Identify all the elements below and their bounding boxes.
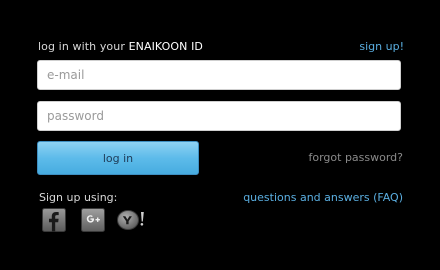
password-field[interactable] — [37, 101, 401, 131]
signup-using-label: Sign up using: — [39, 191, 118, 204]
email-field[interactable] — [37, 60, 401, 90]
forgot-password-link[interactable]: forgot password? — [308, 151, 403, 164]
login-button[interactable]: log in — [37, 141, 199, 175]
login-heading: log in with your ENAIKOON ID — [38, 40, 203, 53]
sign-up-link[interactable]: sign up! — [359, 40, 404, 53]
google-plus-icon[interactable] — [81, 208, 105, 232]
login-heading-prefix: log in with your — [38, 40, 129, 53]
brand-name: ENAIKOON ID — [128, 40, 203, 53]
facebook-icon[interactable] — [42, 208, 66, 232]
yahoo-icon[interactable] — [117, 208, 144, 232]
login-panel: log in with your ENAIKOON ID sign up! lo… — [0, 0, 440, 270]
faq-link[interactable]: questions and answers (FAQ) — [243, 191, 403, 204]
